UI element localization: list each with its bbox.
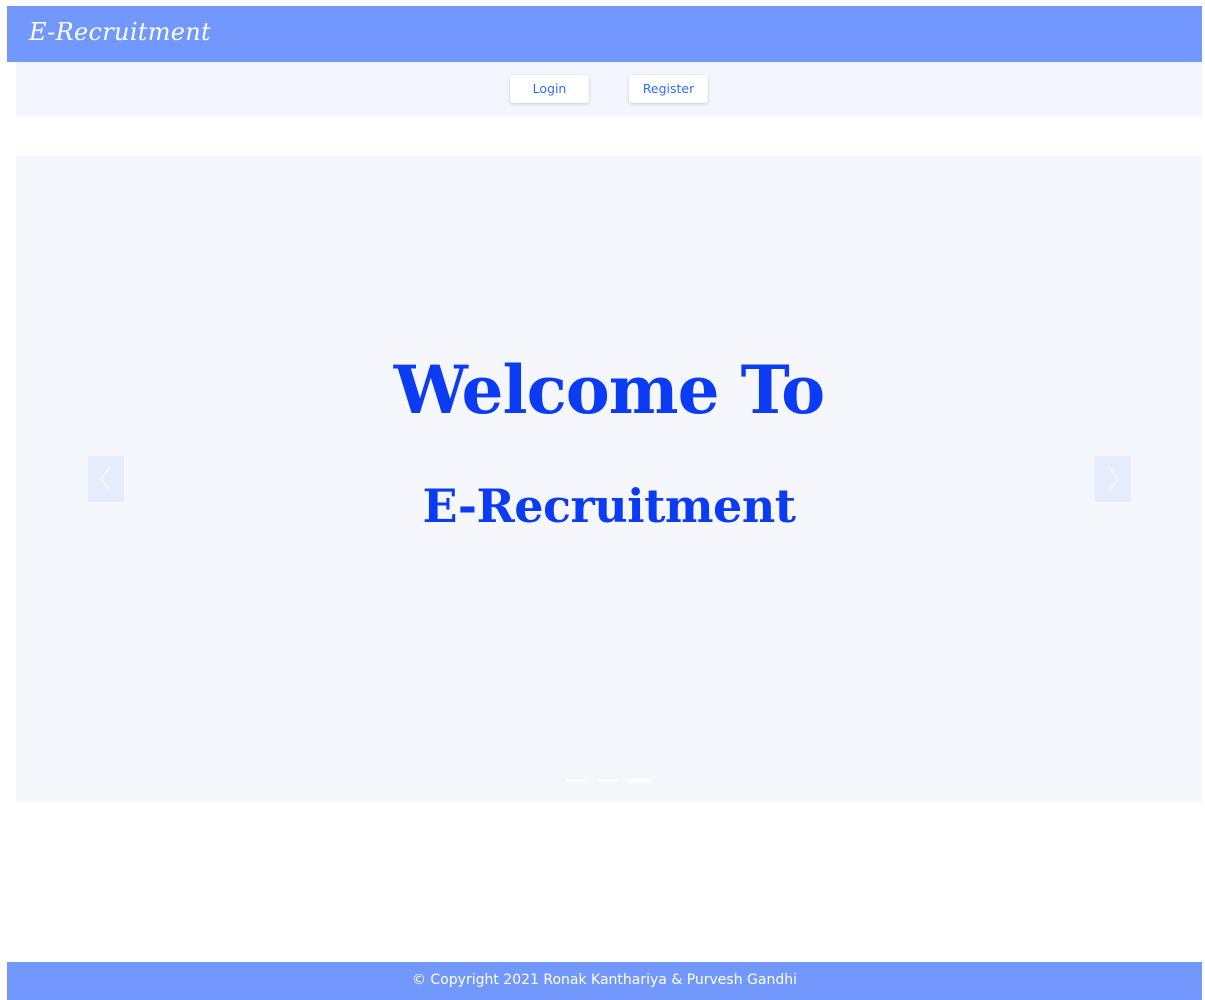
register-button[interactable]: Register xyxy=(629,75,708,103)
login-button[interactable]: Login xyxy=(510,75,589,103)
chevron-left-icon xyxy=(100,466,111,492)
chevron-right-icon xyxy=(1108,466,1119,492)
page: E-Recruitment Login Register Welcome To … xyxy=(0,0,1205,1000)
top-brand-bar: E-Recruitment xyxy=(7,6,1202,62)
carousel-indicators xyxy=(566,779,652,783)
copyright-text: © Copyright 2021 Ronak Kanthariya & Purv… xyxy=(411,972,797,988)
welcome-carousel: Welcome To E-Recruitment xyxy=(16,156,1202,802)
welcome-subheading: E-Recruitment xyxy=(422,479,796,533)
carousel-next-button[interactable] xyxy=(1095,456,1131,502)
carousel-indicator-3[interactable] xyxy=(628,779,650,782)
brand-title[interactable]: E-Recruitment xyxy=(29,18,211,46)
carousel-indicator-1[interactable] xyxy=(566,779,588,782)
welcome-heading: Welcome To xyxy=(393,351,825,429)
auth-nav-bar: Login Register xyxy=(16,62,1202,117)
footer: © Copyright 2021 Ronak Kanthariya & Purv… xyxy=(7,962,1202,1000)
carousel-prev-button[interactable] xyxy=(88,456,124,502)
carousel-indicator-2[interactable] xyxy=(597,779,619,782)
